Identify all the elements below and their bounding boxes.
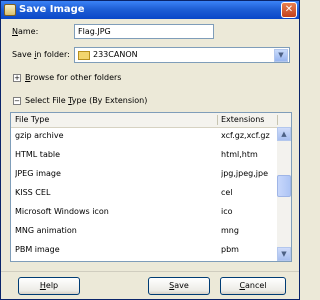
app-icon [4,4,16,16]
save-in-folder-label: Save in folder: [12,50,70,59]
scroll-down-button[interactable]: ▼ [277,247,291,261]
extensions-cell: cel [221,188,233,197]
folder-icon [78,51,90,60]
extensions-cell: mng [221,226,239,235]
table-row[interactable]: JPEG image jpg,jpeg,jpe [11,166,277,182]
table-row[interactable]: HTML table html,htm [11,147,277,163]
expander-minus-icon[interactable]: − [13,97,21,105]
file-type-cell: KISS CEL [15,188,51,197]
divider [1,271,299,272]
scroll-up-button[interactable]: ▲ [277,127,291,141]
select-file-type-label[interactable]: Select File Type (By Extension) [25,96,147,105]
table-row[interactable]: Microsoft Windows icon ico [11,204,277,220]
cancel-button[interactable]: Cancel [220,277,286,295]
close-icon: ✕ [284,4,294,15]
file-type-cell: MNG animation [15,226,77,235]
file-type-cell: Microsoft Windows icon [15,207,109,216]
extensions-cell: html,htm [221,150,258,159]
file-type-cell: PBM image [15,245,60,254]
file-type-cell: HTML table [15,150,61,159]
title-bar[interactable]: Save Image ✕ [1,1,299,19]
file-type-cell: gzip archive [15,131,64,140]
file-type-table[interactable]: File Type Extensions gzip archive xcf.gz… [10,112,292,262]
name-input[interactable]: Flag.JPG [74,24,214,39]
extensions-cell: pbm [221,245,239,254]
scrollbar-thumb[interactable] [277,175,291,197]
table-row[interactable]: MNG animation mng [11,223,277,239]
chevron-up-icon: ▲ [281,130,287,138]
vertical-scrollbar[interactable]: ▲ ▼ [277,127,291,261]
chevron-down-icon: ▼ [281,250,287,258]
save-in-folder-value: 233CANON [93,50,138,59]
table-row[interactable]: gzip archive xcf.gz,xcf.gz [11,128,277,144]
save-in-folder-dropdown[interactable]: 233CANON ▼ [74,47,290,63]
column-header-extensions[interactable]: Extensions [217,113,277,127]
column-divider[interactable] [277,115,278,125]
file-type-cell: JPEG image [15,169,61,178]
extensions-cell: xcf.gz,xcf.gz [221,131,270,140]
table-header: File Type Extensions [11,113,291,128]
window-title: Save Image [19,4,85,15]
name-label: Name: [12,27,39,36]
save-image-dialog: Save Image ✕ Name: Flag.JPG Save in fold… [0,0,300,300]
column-header-file-type[interactable]: File Type [11,113,217,127]
table-row[interactable]: KISS CEL cel [11,185,277,201]
save-button[interactable]: Save [148,277,210,295]
close-button[interactable]: ✕ [281,2,297,18]
browse-other-folders-label[interactable]: Browse for other folders [25,73,121,82]
table-row[interactable]: PBM image pbm [11,242,277,258]
help-button[interactable]: Help [18,277,80,295]
extensions-cell: jpg,jpeg,jpe [221,169,268,178]
expander-plus-icon[interactable]: + [13,74,21,82]
chevron-down-icon[interactable]: ▼ [274,49,288,62]
extensions-cell: ico [221,207,233,216]
